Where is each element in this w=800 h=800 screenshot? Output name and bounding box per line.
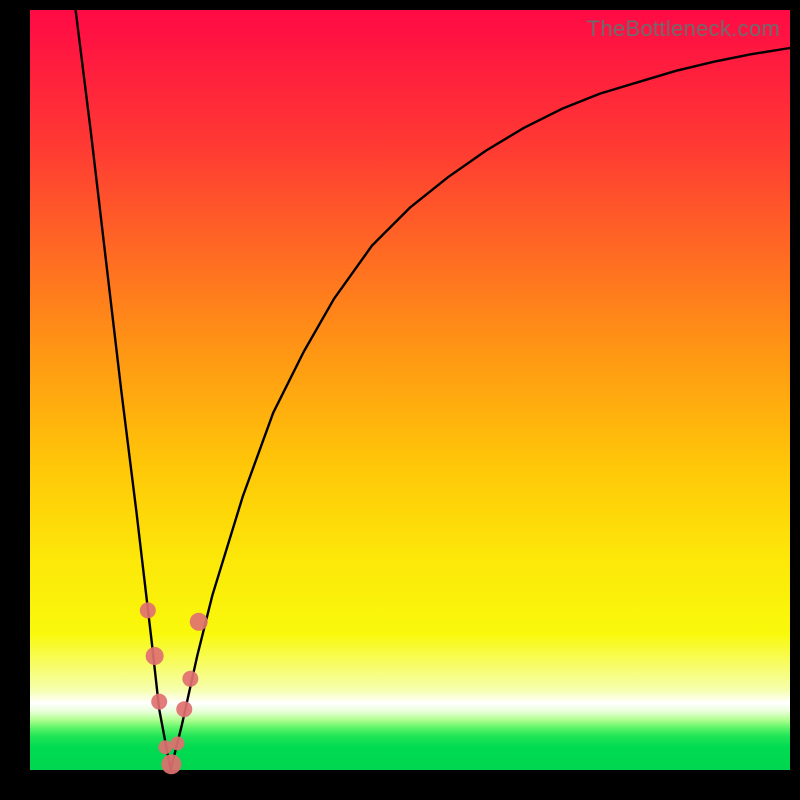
marker-dot xyxy=(182,671,198,687)
bottleneck-curve xyxy=(76,10,790,770)
curve-layer xyxy=(30,10,790,770)
chart-frame: TheBottleneck.com xyxy=(0,0,800,800)
marker-dot xyxy=(140,602,156,618)
marker-dot xyxy=(176,701,192,717)
marker-dot xyxy=(151,694,167,710)
plot-area: TheBottleneck.com xyxy=(30,10,790,770)
marker-dot xyxy=(170,736,184,750)
marker-dot xyxy=(190,613,208,631)
marker-dot xyxy=(158,740,172,754)
marker-dot xyxy=(146,647,164,665)
marker-dot xyxy=(161,754,181,774)
